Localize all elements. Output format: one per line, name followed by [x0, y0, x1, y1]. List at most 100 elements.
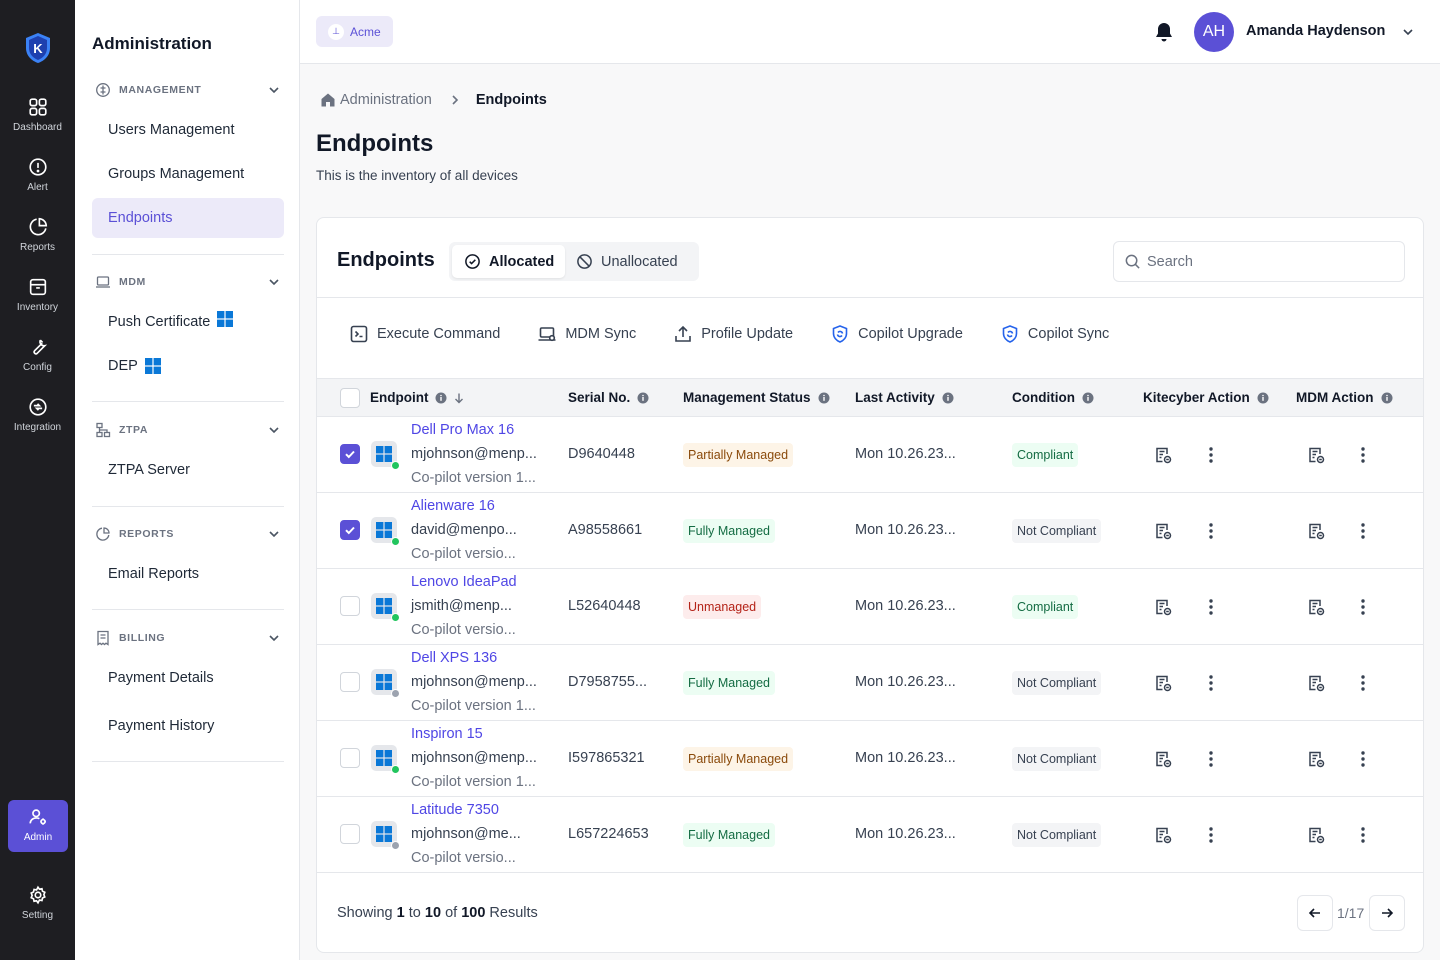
arrow-down-icon[interactable]	[453, 392, 465, 404]
section-reports[interactable]: REPORTS	[95, 524, 285, 544]
mdm-more-button[interactable]	[1353, 673, 1373, 693]
endpoint-name-link[interactable]: Dell Pro Max 16	[411, 422, 514, 438]
sidebar-item-endpoints[interactable]: Endpoints	[92, 198, 284, 238]
row-checkbox[interactable]	[340, 444, 360, 464]
breadcrumb-administration[interactable]: Administration	[340, 92, 432, 108]
info-icon	[1082, 392, 1094, 403]
check-icon	[345, 450, 355, 459]
document-settings-icon	[1156, 599, 1172, 616]
mdm-action-button[interactable]	[1306, 597, 1326, 617]
section-label: ZTPA	[119, 424, 149, 436]
sidebar-item-payment-details[interactable]: Payment Details	[92, 658, 284, 698]
chevron-down-icon[interactable]	[1400, 24, 1416, 40]
row-checkbox[interactable]	[340, 596, 360, 616]
condition-badge: Compliant	[1012, 595, 1079, 619]
tab-allocated[interactable]: Allocated	[452, 245, 565, 278]
mdm-sync-button[interactable]: MDM Sync	[537, 324, 636, 344]
sidebar-item-groups-management[interactable]: Groups Management	[92, 154, 284, 194]
mdm-more-button[interactable]	[1353, 521, 1373, 541]
table-row: Inspiron 15 mjohnson@menp... Co-pilot vers…	[317, 721, 1423, 797]
kitecyber-action-button[interactable]	[1153, 825, 1173, 845]
row-checkbox[interactable]	[340, 520, 360, 540]
mdm-action-button[interactable]	[1306, 521, 1326, 541]
kitecyber-more-button[interactable]	[1201, 445, 1221, 465]
search-icon	[1125, 254, 1140, 269]
rail-inventory[interactable]: Inventory	[0, 276, 75, 328]
prev-page-button[interactable]	[1297, 895, 1333, 931]
device-os-icon	[371, 517, 400, 546]
select-all-checkbox[interactable]	[340, 388, 360, 408]
rail-integration[interactable]: Integration	[0, 396, 75, 448]
avatar[interactable]: AH	[1194, 12, 1234, 52]
user-name[interactable]: Amanda Haydenson	[1246, 23, 1385, 39]
mdm-more-button[interactable]	[1353, 597, 1373, 617]
row-checkbox[interactable]	[340, 824, 360, 844]
section-ztpa[interactable]: ZTPA	[95, 420, 285, 440]
endpoint-name-link[interactable]: Latitude 7350	[411, 802, 499, 818]
info-icon	[1381, 392, 1392, 403]
search-box	[1113, 241, 1405, 282]
row-checkbox[interactable]	[340, 672, 360, 692]
kitecyber-more-button[interactable]	[1201, 597, 1221, 617]
column-condition[interactable]: Condition	[1012, 390, 1094, 405]
mdm-more-button[interactable]	[1353, 749, 1373, 769]
rail-config[interactable]: Config	[0, 336, 75, 388]
mdm-action-button[interactable]	[1306, 749, 1326, 769]
execute-command-button[interactable]: Execute Command	[349, 324, 500, 344]
kitecyber-action-button[interactable]	[1153, 521, 1173, 541]
kitecyber-more-button[interactable]	[1201, 749, 1221, 769]
column-last-activity[interactable]: Last Activity	[855, 390, 954, 405]
row-checkbox[interactable]	[340, 748, 360, 768]
next-page-button[interactable]	[1369, 895, 1405, 931]
kitecyber-action-button[interactable]	[1153, 749, 1173, 769]
mdm-more-button[interactable]	[1353, 445, 1373, 465]
copilot-sync-button[interactable]: Copilot Sync	[1000, 324, 1109, 344]
mdm-action-button[interactable]	[1306, 825, 1326, 845]
windows-icon	[376, 598, 392, 614]
endpoint-name-link[interactable]: Alienware 16	[411, 498, 495, 514]
bell-icon[interactable]	[1152, 20, 1176, 44]
kitecyber-action-button[interactable]	[1153, 597, 1173, 617]
column-management-status[interactable]: Management Status	[683, 390, 830, 405]
pie-chart-icon	[96, 527, 110, 541]
endpoint-name-link[interactable]: Dell XPS 136	[411, 650, 497, 666]
section-management[interactable]: MANAGEMENT	[95, 80, 285, 100]
rail-alert[interactable]: Alert	[0, 156, 75, 208]
column-kitecyber-action[interactable]: Kitecyber Action	[1143, 390, 1269, 405]
column-mdm-action[interactable]: MDM Action	[1296, 390, 1393, 405]
search-input[interactable]	[1147, 253, 1387, 270]
column-serial[interactable]: Serial No.	[568, 390, 649, 405]
sidebar-item-push-certificate[interactable]: Push Certificate	[92, 302, 284, 342]
mdm-action-button[interactable]	[1306, 445, 1326, 465]
rail-reports[interactable]: Reports	[0, 216, 75, 268]
section-billing[interactable]: BILLING	[95, 628, 285, 648]
kitecyber-more-button[interactable]	[1201, 825, 1221, 845]
copilot-upgrade-button[interactable]: Copilot Upgrade	[830, 324, 963, 344]
document-settings-icon	[1309, 599, 1325, 616]
sidebar-item-dep[interactable]: DEP	[92, 346, 284, 386]
section-label: REPORTS	[119, 528, 174, 540]
profile-update-button[interactable]: Profile Update	[673, 324, 793, 344]
kitecyber-more-button[interactable]	[1201, 673, 1221, 693]
sidebar-item-ztpa-server[interactable]: ZTPA Server	[92, 450, 284, 490]
sidebar-item-users-management[interactable]: Users Management	[92, 110, 284, 150]
endpoint-name-link[interactable]: Inspiron 15	[411, 726, 483, 742]
column-endpoint[interactable]: Endpoint	[370, 390, 465, 405]
management-status-badge: Unmanaged	[683, 595, 762, 619]
kitecyber-more-button[interactable]	[1201, 521, 1221, 541]
tab-unallocated[interactable]: Unallocated	[576, 245, 678, 278]
serial-number: L657224653	[568, 826, 649, 842]
org-switcher[interactable]: ⊥ Acme	[316, 16, 393, 47]
sidebar-item-payment-history[interactable]: Payment History	[92, 706, 284, 746]
mdm-action-button[interactable]	[1306, 673, 1326, 693]
sidebar-item-email-reports[interactable]: Email Reports	[92, 554, 284, 594]
kitecyber-action-button[interactable]	[1153, 673, 1173, 693]
endpoint-name-link[interactable]: Lenovo IdeaPad	[411, 574, 517, 590]
mdm-more-button[interactable]	[1353, 825, 1373, 845]
section-mdm[interactable]: MDM	[95, 272, 285, 292]
kitecyber-action-button[interactable]	[1153, 445, 1173, 465]
device-os-icon	[371, 821, 400, 850]
rail-admin[interactable]: Admin	[8, 800, 68, 852]
rail-dashboard[interactable]: Dashboard	[0, 96, 75, 148]
rail-setting[interactable]: Setting	[0, 884, 75, 936]
